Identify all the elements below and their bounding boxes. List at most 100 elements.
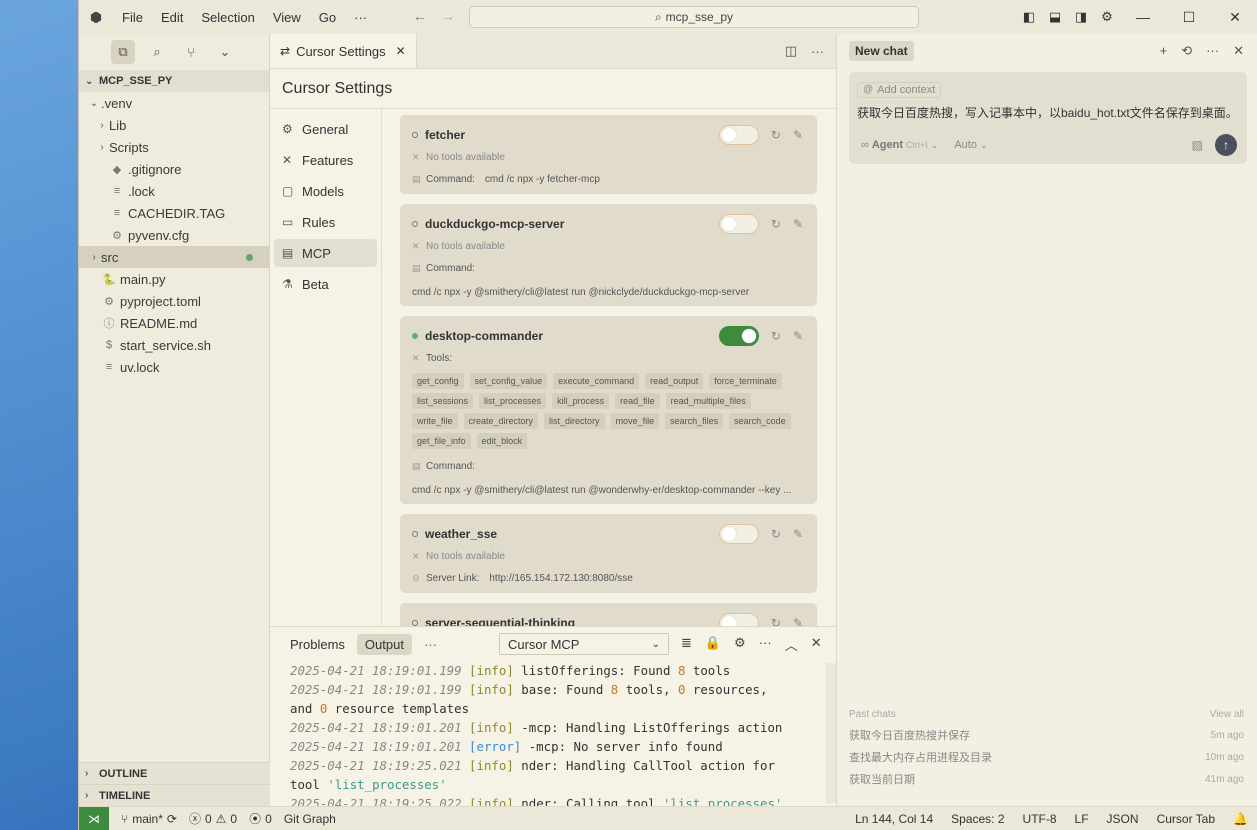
more-actions-icon[interactable]: ···	[811, 44, 824, 59]
branch-status[interactable]: ⑂ main* ⟳	[121, 812, 177, 826]
past-chat-item[interactable]: 获取今日百度热搜并保存 5m ago	[849, 724, 1244, 746]
panel-more-icon[interactable]: ···	[424, 637, 437, 652]
cursor-tab-status[interactable]: Cursor Tab	[1157, 812, 1215, 826]
line-ending[interactable]: LF	[1075, 812, 1089, 826]
project-header[interactable]: ⌄ MCP_SSE_PY	[79, 70, 269, 92]
more-icon[interactable]: ···	[1206, 43, 1219, 59]
toggle-panel-icon[interactable]: ⬓	[1042, 9, 1068, 25]
chat-composer[interactable]: @ Add context 获取今日百度热搜，写入记事本中，以baidu_hot…	[849, 72, 1247, 164]
prompt-text[interactable]: 获取今日百度热搜，写入记事本中，以baidu_hot.txt文件名保存到桌面。	[857, 104, 1239, 121]
menu-item-1[interactable]: Edit	[152, 10, 192, 25]
panel-scrollbar[interactable]	[826, 663, 836, 803]
edit-pencil-icon[interactable]: ✎	[793, 616, 803, 626]
enable-toggle[interactable]	[718, 524, 759, 544]
toggle-secondary-sidebar-icon[interactable]: ◨	[1068, 9, 1094, 25]
new-chat-tab[interactable]: New chat	[849, 41, 914, 61]
bell-icon[interactable]: 🔔	[1233, 812, 1248, 826]
menu-item-5[interactable]: ···	[345, 10, 376, 25]
send-button[interactable]: ↑	[1215, 134, 1237, 156]
minimize-button[interactable]: —	[1120, 9, 1166, 25]
encoding[interactable]: UTF-8	[1023, 812, 1057, 826]
close-tab-icon[interactable]: ✕	[396, 44, 406, 58]
folder-item[interactable]: › Scripts	[79, 136, 269, 158]
refresh-icon[interactable]: ↻	[771, 329, 781, 343]
remote-indicator-icon[interactable]: ⋊	[79, 806, 109, 830]
image-upload-icon[interactable]: ▨	[1192, 138, 1203, 152]
model-select[interactable]: Auto	[954, 139, 977, 151]
ports-status[interactable]: ⦿ 0	[249, 810, 272, 827]
file-item[interactable]: ⓘ README.md	[79, 312, 269, 334]
menu-item-0[interactable]: File	[113, 10, 152, 25]
file-item[interactable]: $ start_service.sh	[79, 334, 269, 356]
more-icon[interactable]: ···	[759, 635, 772, 654]
back-arrow-icon[interactable]: ←	[413, 8, 427, 24]
enable-toggle[interactable]	[718, 214, 759, 234]
settings-nav-rules[interactable]: ▭ Rules	[274, 208, 377, 236]
refresh-icon[interactable]: ↻	[771, 128, 781, 142]
settings-nav-beta[interactable]: ⚗ Beta	[274, 270, 377, 298]
refresh-icon[interactable]: ↻	[771, 616, 781, 626]
past-chats-label[interactable]: Past chats	[849, 709, 896, 720]
menu-item-3[interactable]: View	[264, 10, 310, 25]
chevron-down-icon[interactable]: ⌄	[213, 40, 237, 64]
forward-arrow-icon[interactable]: →	[441, 8, 455, 24]
edit-pencil-icon[interactable]: ✎	[793, 527, 803, 541]
split-editor-icon[interactable]: ◫	[785, 43, 797, 59]
language-mode[interactable]: JSON	[1107, 812, 1139, 826]
file-item[interactable]: ◆ .gitignore	[79, 158, 269, 180]
folder-item[interactable]: › Lib	[79, 114, 269, 136]
indentation[interactable]: Spaces: 2	[951, 812, 1004, 826]
problems-status[interactable]: ⓧ 0 ⚠ 0	[189, 810, 237, 827]
settings-nav-features[interactable]: ✕ Features	[274, 146, 377, 174]
file-item[interactable]: ≡ .lock	[79, 180, 269, 202]
refresh-icon[interactable]: ↻	[771, 217, 781, 231]
output-settings-icon[interactable]: ⚙	[734, 635, 746, 654]
view-all-link[interactable]: View all	[1210, 709, 1244, 720]
add-context-button[interactable]: @ Add context	[857, 81, 942, 98]
timeline-section[interactable]: › TIMELINE	[79, 784, 270, 806]
menu-item-2[interactable]: Selection	[192, 10, 263, 25]
tab-output[interactable]: Output	[356, 633, 412, 655]
cursor-position[interactable]: Ln 144, Col 14	[855, 812, 933, 826]
tab-cursor-settings[interactable]: ⇄ Cursor Settings ✕	[270, 34, 417, 68]
close-window-button[interactable]: ✕	[1212, 9, 1257, 26]
folder-item[interactable]: ⌄ .venv	[79, 92, 269, 114]
edit-pencil-icon[interactable]: ✎	[793, 128, 803, 142]
plus-icon[interactable]: +	[1160, 43, 1168, 59]
file-item[interactable]: ⚙ pyvenv.cfg	[79, 224, 269, 246]
file-item[interactable]: 🐍 main.py	[79, 268, 269, 290]
source-control-icon[interactable]: ⑂	[179, 40, 203, 64]
past-chat-item[interactable]: 获取当前日期 41m ago	[849, 768, 1244, 790]
git-graph-status[interactable]: Git Graph	[284, 812, 336, 826]
agent-mode-select[interactable]: Agent	[872, 139, 903, 151]
file-item[interactable]: ⚙ pyproject.toml	[79, 290, 269, 312]
explorer-files-icon[interactable]: ⧉	[111, 40, 135, 64]
toggle-sidebar-icon[interactable]: ◧	[1016, 9, 1042, 25]
outline-section[interactable]: › OUTLINE	[79, 762, 270, 784]
close-icon[interactable]: ✕	[1233, 43, 1244, 59]
settings-nav-models[interactable]: ▢ Models	[274, 177, 377, 205]
file-item[interactable]: ≡ uv.lock	[79, 356, 269, 378]
clear-output-icon[interactable]: ≣	[681, 635, 692, 654]
output-channel-select[interactable]: Cursor MCP ⌄	[498, 633, 669, 655]
enable-toggle[interactable]	[718, 125, 759, 145]
past-chat-item[interactable]: 查找最大内存占用进程及目录 10m ago	[849, 746, 1244, 768]
tab-problems[interactable]: Problems	[282, 634, 353, 655]
command-center-search[interactable]: ⌕ mcp_sse_py	[469, 6, 919, 28]
enable-toggle[interactable]	[718, 326, 759, 346]
settings-nav-mcp[interactable]: ▤ MCP	[274, 239, 377, 267]
settings-nav-general[interactable]: ⚙ General	[274, 115, 377, 143]
enable-toggle[interactable]	[718, 613, 759, 626]
lock-scroll-icon[interactable]: 🔒	[705, 635, 721, 654]
folder-item[interactable]: › src	[79, 246, 269, 268]
maximize-panel-icon[interactable]: ︿	[785, 635, 798, 654]
menu-item-4[interactable]: Go	[310, 10, 345, 25]
file-item[interactable]: ≡ CACHEDIR.TAG	[79, 202, 269, 224]
edit-pencil-icon[interactable]: ✎	[793, 329, 803, 343]
close-panel-icon[interactable]: ✕	[811, 635, 822, 654]
search-view-icon[interactable]: ⌕	[145, 40, 169, 64]
maximize-button[interactable]: ☐	[1166, 9, 1212, 26]
settings-gear-icon[interactable]: ⚙	[1094, 9, 1120, 25]
refresh-icon[interactable]: ↻	[771, 527, 781, 541]
edit-pencil-icon[interactable]: ✎	[793, 217, 803, 231]
